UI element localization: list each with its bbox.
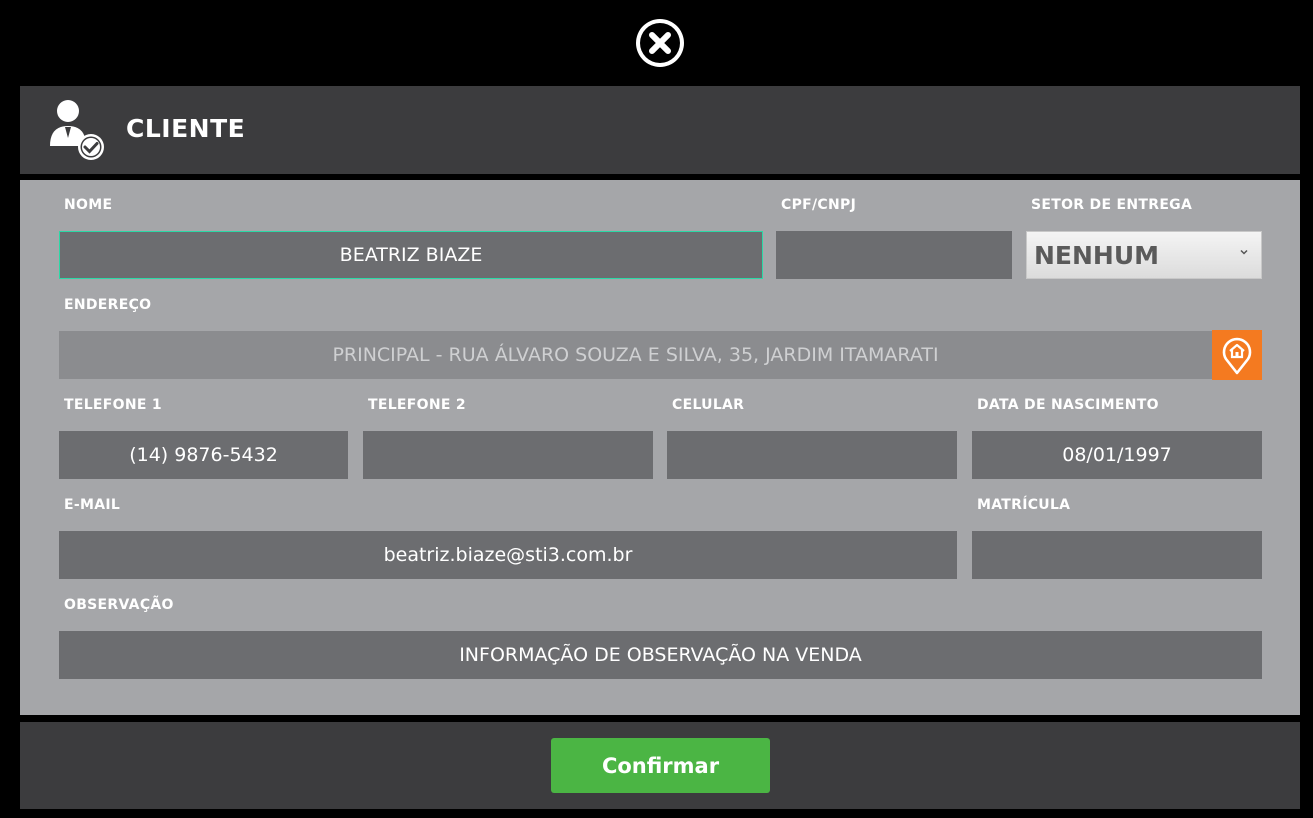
dialog-footer: Confirmar [20, 722, 1300, 809]
nascimento-label: DATA DE NASCIMENTO [977, 397, 1159, 413]
client-form: NOME BEATRIZ BIAZE CPF/CNPJ SETOR DE ENT… [20, 180, 1300, 715]
setor-selected-value: NENHUM [1034, 240, 1160, 270]
home-location-pin-icon [1222, 337, 1252, 375]
telefone1-label: TELEFONE 1 [64, 397, 162, 413]
endereco-label: ENDEREÇO [64, 297, 152, 313]
dialog-header: CLIENTE [20, 86, 1300, 174]
email-label: E-MAIL [64, 497, 121, 513]
page-title: CLIENTE [126, 114, 246, 143]
endereco-input[interactable]: PRINCIPAL - RUA ÁLVARO SOUZA E SILVA, 35… [59, 331, 1212, 379]
setor-select[interactable]: NENHUM [1026, 231, 1262, 279]
telefone2-label: TELEFONE 2 [368, 397, 466, 413]
confirm-button[interactable]: Confirmar [551, 738, 770, 793]
chevron-down-icon [1240, 249, 1248, 255]
observacao-label: OBSERVAÇÃO [64, 597, 174, 613]
close-button[interactable] [636, 19, 684, 67]
address-map-button[interactable] [1212, 330, 1262, 380]
close-icon [640, 23, 680, 63]
matricula-label: MATRÍCULA [977, 497, 1071, 513]
nome-input[interactable]: BEATRIZ BIAZE [59, 231, 763, 279]
nascimento-input[interactable]: 08/01/1997 [972, 431, 1262, 479]
email-input[interactable]: beatriz.biaze@sti3.com.br [59, 531, 957, 579]
cpf-input[interactable] [776, 231, 1012, 279]
user-check-icon [48, 98, 106, 162]
telefone2-input[interactable] [363, 431, 653, 479]
setor-label: SETOR DE ENTREGA [1031, 197, 1193, 213]
celular-label: CELULAR [672, 397, 745, 413]
nome-label: NOME [64, 197, 113, 213]
telefone1-input[interactable]: (14) 9876-5432 [59, 431, 348, 479]
observacao-input[interactable]: INFORMAÇÃO DE OBSERVAÇÃO NA VENDA [59, 631, 1262, 679]
celular-input[interactable] [667, 431, 957, 479]
matricula-input[interactable] [972, 531, 1262, 579]
cpf-label: CPF/CNPJ [781, 197, 857, 213]
